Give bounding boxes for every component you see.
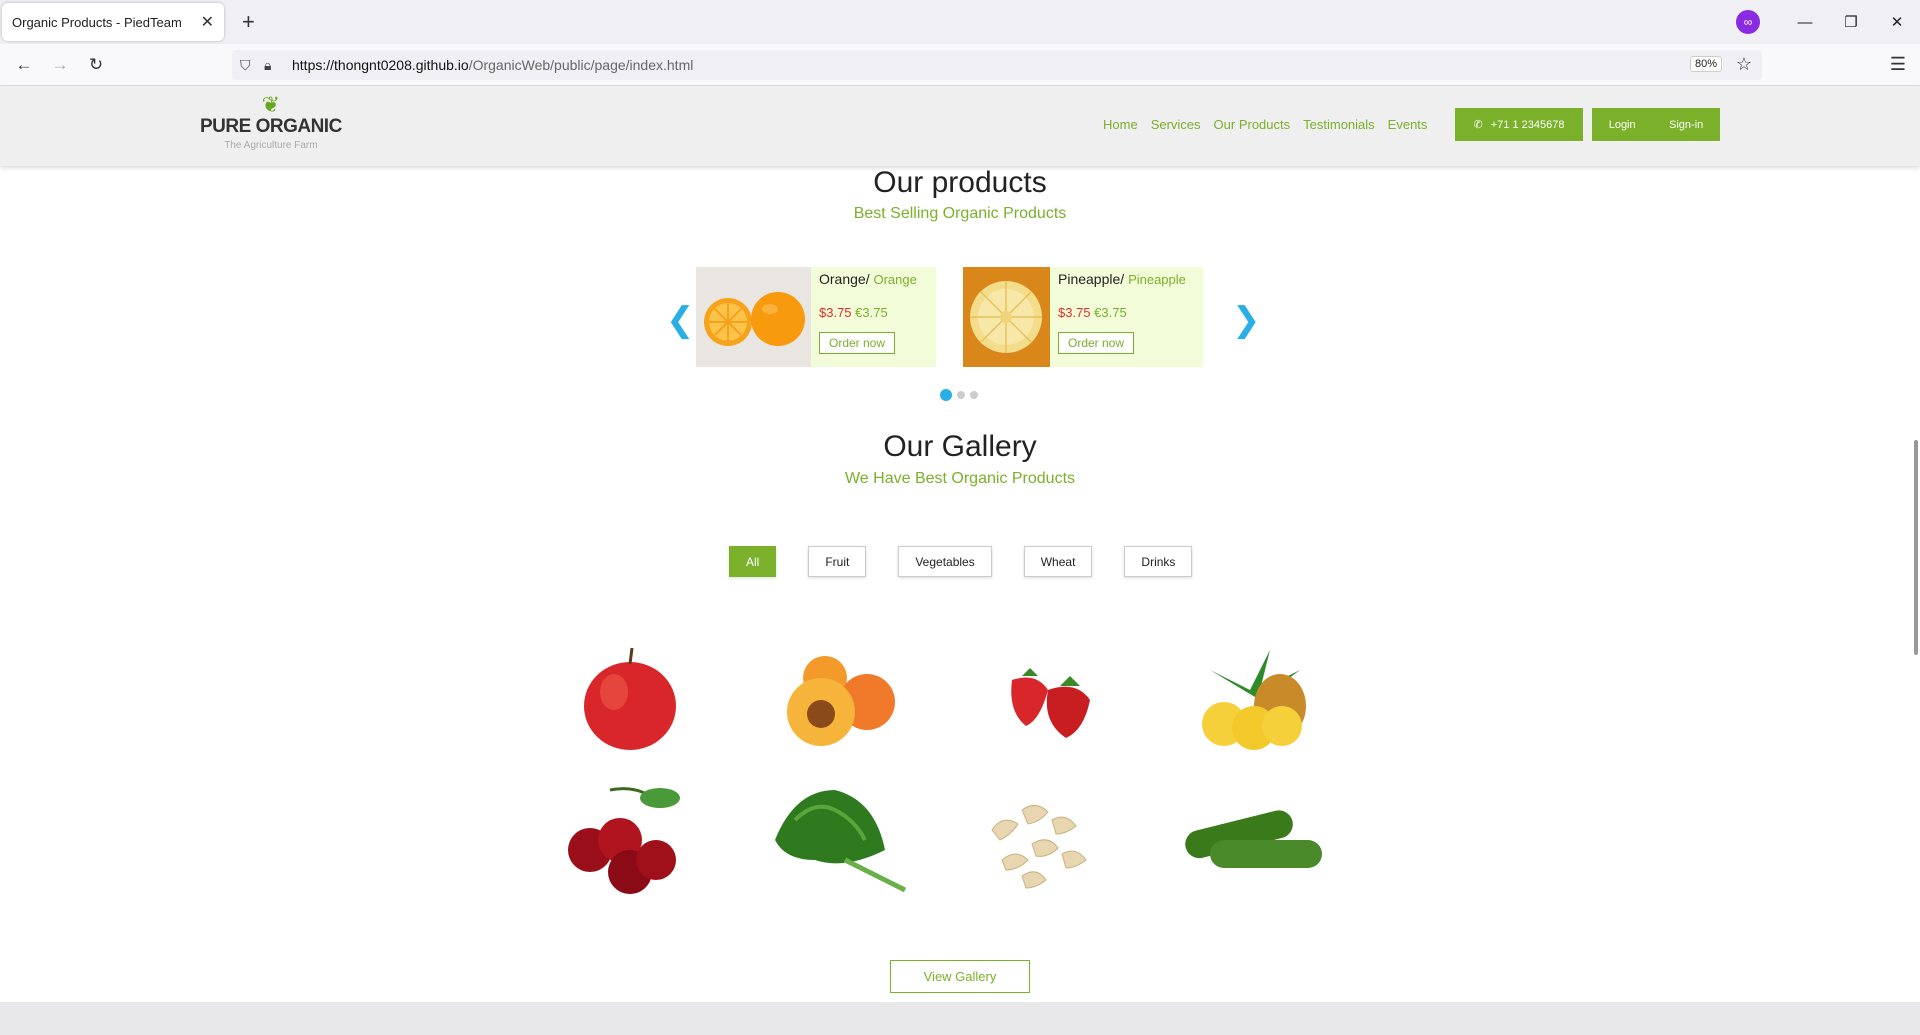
auth-buttons: Login Sign-in <box>1592 108 1720 141</box>
carousel-prev-icon[interactable]: ❮ <box>666 300 695 340</box>
bookmark-star-icon[interactable]: ☆ <box>1736 54 1752 75</box>
carousel-dots <box>940 389 978 401</box>
product-info: Orange/ Orange $3.75 €3.75 Order now <box>811 267 925 367</box>
filter-fruit[interactable]: Fruit <box>808 546 867 577</box>
phone-button[interactable]: ✆ +71 1 2345678 <box>1455 108 1583 141</box>
restore-icon[interactable]: ❐ <box>1828 13 1874 31</box>
filter-drinks[interactable]: Drinks <box>1124 546 1193 577</box>
product-info: Pineapple/ Pineapple $3.75 €3.75 Order n… <box>1050 267 1194 367</box>
gallery-strawberries[interactable] <box>962 640 1122 760</box>
gallery-subtitle: We Have Best Organic Products <box>844 470 1076 487</box>
carousel-next-icon[interactable]: ❯ <box>1232 300 1261 340</box>
gallery-apple[interactable] <box>550 640 710 760</box>
product-alt-name: Orange <box>873 272 917 287</box>
orange-image <box>696 267 811 367</box>
gallery-pineapple[interactable] <box>1170 640 1330 760</box>
phone-number: +71 1 2345678 <box>1490 118 1565 131</box>
product-price: $3.75 €3.75 <box>1058 305 1127 320</box>
gallery-cucumbers[interactable] <box>1170 780 1330 900</box>
footer-bar <box>0 1002 1920 1035</box>
browser-navbar: ← → ↻ ⛉ 🔒︎ https://thongnt0208.github.io… <box>0 44 1920 86</box>
gallery-filters: All Fruit Vegetables Wheat Drinks <box>729 546 1224 577</box>
close-window-icon[interactable]: ✕ <box>1874 13 1920 31</box>
logo[interactable]: ❦ PURE ORGANIC The Agriculture Farm <box>200 92 342 152</box>
product-price: $3.75 €3.75 <box>819 305 888 320</box>
carousel-dot[interactable] <box>957 391 965 399</box>
signin-button[interactable]: Sign-in <box>1669 119 1703 131</box>
pineapple-image <box>963 267 1050 367</box>
gallery-cherries[interactable] <box>550 780 710 900</box>
zoom-level[interactable]: 80% <box>1689 56 1722 72</box>
browser-tab[interactable]: Organic Products - PiedTeam ✕ <box>2 3 224 41</box>
browser-tabbar: Organic Products - PiedTeam ✕ + ∞ — ❐ ✕ <box>0 0 1920 44</box>
nav-our-products[interactable]: Our Products <box>1214 117 1291 132</box>
new-tab-button[interactable]: + <box>242 9 255 35</box>
gallery-title: Our Gallery <box>883 430 1037 463</box>
private-browsing-icon: ∞ <box>1736 10 1760 34</box>
back-icon[interactable]: ← <box>6 55 42 75</box>
filter-vegetables[interactable]: Vegetables <box>898 546 992 577</box>
menu-icon[interactable]: ☰ <box>1890 54 1906 75</box>
filter-wheat[interactable]: Wheat <box>1023 546 1093 577</box>
product-card: Orange/ Orange $3.75 €3.75 Order now <box>696 267 936 367</box>
order-now-button[interactable]: Order now <box>819 332 896 354</box>
order-now-button[interactable]: Order now <box>1058 332 1135 354</box>
page-scrollbar[interactable] <box>1914 440 1918 655</box>
close-tab-icon[interactable]: ✕ <box>201 12 214 32</box>
forward-icon[interactable]: → <box>42 55 78 75</box>
reload-icon[interactable]: ↻ <box>78 55 114 75</box>
nav-services[interactable]: Services <box>1151 117 1201 132</box>
nav-events[interactable]: Events <box>1388 117 1428 132</box>
phone-icon: ✆ <box>1473 119 1483 131</box>
shield-icon[interactable]: ⛉ <box>240 57 264 74</box>
products-subtitle: Best Selling Organic Products <box>853 205 1067 222</box>
leaf-icon: ❦ <box>261 92 281 117</box>
main-nav: Home Services Our Products Testimonials … <box>1103 117 1427 132</box>
lock-icon[interactable]: 🔒︎ <box>264 57 286 74</box>
login-button[interactable]: Login <box>1609 119 1636 131</box>
gallery-kale[interactable] <box>755 780 915 900</box>
products-title: Our products <box>873 166 1047 199</box>
tab-title: Organic Products - PiedTeam <box>12 14 182 30</box>
gallery-apricots[interactable] <box>755 640 915 760</box>
window-controls: ∞ — ❐ ✕ <box>1736 0 1920 44</box>
brand-tagline: The Agriculture Farm <box>224 140 318 151</box>
url-bar[interactable]: ⛉ 🔒︎ https://thongnt0208.github.io/Organ… <box>232 50 1762 80</box>
product-name: Pineapple/ Pineapple <box>1058 271 1186 287</box>
product-alt-name: Pineapple <box>1128 272 1186 287</box>
gallery-cashews[interactable] <box>962 780 1122 900</box>
carousel-dot[interactable] <box>970 391 978 399</box>
nav-home[interactable]: Home <box>1103 117 1138 132</box>
product-name: Orange/ Orange <box>819 271 917 287</box>
url-text[interactable]: https://thongnt0208.github.io/OrganicWeb… <box>292 57 693 73</box>
brand-name: PURE ORGANIC <box>200 116 342 137</box>
view-gallery-button[interactable]: View Gallery <box>890 960 1030 993</box>
carousel-dot[interactable] <box>940 389 952 401</box>
nav-testimonials[interactable]: Testimonials <box>1303 117 1375 132</box>
filter-all[interactable]: All <box>729 546 777 577</box>
minimize-icon[interactable]: — <box>1782 14 1828 31</box>
site-header: ❦ PURE ORGANIC The Agriculture Farm Home… <box>0 86 1920 166</box>
product-card: Pineapple/ Pineapple $3.75 €3.75 Order n… <box>963 267 1203 367</box>
